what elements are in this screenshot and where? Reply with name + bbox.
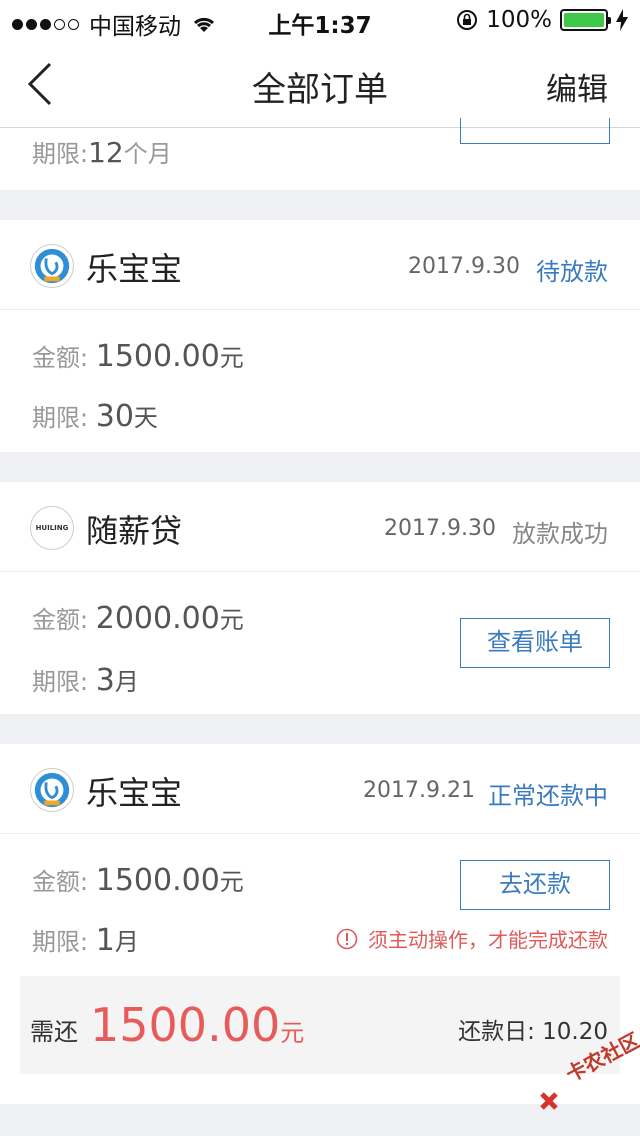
- order-status: 待放款: [536, 258, 608, 286]
- order-date: 2017.9.21: [363, 778, 475, 803]
- brand-name: 随薪贷: [86, 512, 183, 550]
- page-title: 全部订单: [252, 70, 388, 110]
- charging-bolt-icon: [616, 9, 628, 31]
- warning-icon: [336, 928, 358, 949]
- term-row: 期限: 3月: [32, 663, 139, 698]
- amount-row: 金额: 1500.00元: [32, 339, 244, 374]
- order-card-header: HUILING 随薪贷 2017.9.30 放款成功: [0, 482, 640, 572]
- order-card-header: 乐宝宝 2017.9.30 待放款: [0, 220, 640, 310]
- rotation-lock-icon: [457, 10, 478, 30]
- status-bar: 中国移动 上午1:37 100%: [0, 0, 640, 40]
- order-card-header: 乐宝宝 2017.9.21 正常还款中: [0, 744, 640, 834]
- view-bill-button[interactable]: 查看账单: [460, 618, 610, 668]
- order-card[interactable]: HUILING 随薪贷 2017.9.30 放款成功 金额: 2000.00元 …: [0, 482, 640, 714]
- due-date: 还款日: 10.20: [458, 1019, 608, 1045]
- suixindai-logo-icon: HUILING: [30, 506, 74, 550]
- repay-notice: 须主动操作，才能完成还款: [336, 924, 608, 953]
- order-card-partial: 期限:12个月: [0, 118, 640, 190]
- order-date: 2017.9.30: [408, 254, 520, 279]
- brand-name: 乐宝宝: [86, 250, 183, 288]
- order-status: 放款成功: [512, 520, 608, 548]
- term-row: 期限:12个月: [32, 136, 172, 169]
- battery-icon: [560, 9, 611, 31]
- partial-button[interactable]: [460, 118, 610, 144]
- repay-summary: 需还 1500.00元 还款日: 10.20: [20, 976, 620, 1074]
- edit-button[interactable]: 编辑: [546, 64, 608, 109]
- order-date: 2017.9.30: [384, 516, 496, 541]
- term-row: 期限: 30天: [32, 399, 158, 434]
- amount-row: 金额: 1500.00元: [32, 863, 244, 898]
- term-row: 期限: 1月: [32, 923, 139, 958]
- repay-label: 需还: [30, 1018, 78, 1046]
- lebaobao-logo-icon: [30, 768, 74, 812]
- lebaobao-logo-icon: [30, 244, 74, 288]
- nav-bar: 全部订单 编辑: [0, 40, 640, 128]
- order-status: 正常还款中: [488, 782, 608, 810]
- battery-percent: 100%: [486, 7, 552, 33]
- repay-button[interactable]: 去还款: [460, 860, 610, 910]
- order-card[interactable]: 乐宝宝 2017.9.30 待放款 金额: 1500.00元 期限: 30天: [0, 220, 640, 452]
- amount-row: 金额: 2000.00元: [32, 601, 244, 636]
- status-right: 100%: [456, 7, 628, 33]
- brand-name: 乐宝宝: [86, 774, 183, 812]
- repay-amount: 1500.00元: [90, 998, 305, 1052]
